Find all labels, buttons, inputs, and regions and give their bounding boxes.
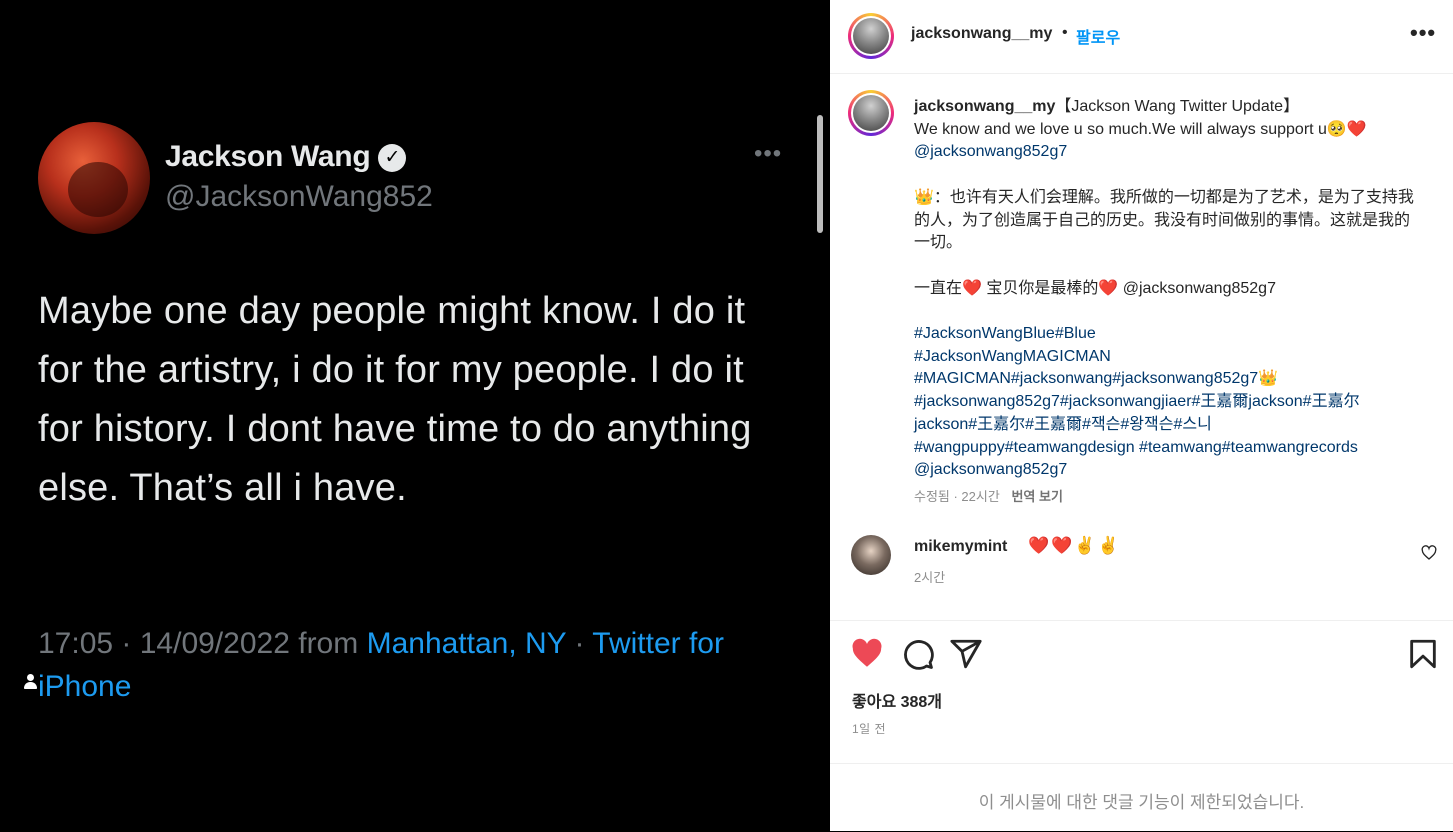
tweet-avatar <box>38 122 150 234</box>
post-header: jacksonwang__my • 팔로우 ••• <box>830 0 1453 74</box>
comment-like-icon[interactable] <box>1421 545 1437 561</box>
hashtag-line[interactable]: #jacksonwang852g7#jacksonwangjiaer#王嘉爾ja… <box>914 391 1424 414</box>
edited-time: 수정됨 · 22시간 <box>914 489 1000 504</box>
tagged-people-icon[interactable] <box>23 674 37 690</box>
caption-mention[interactable]: @jacksonwang852g7 <box>914 459 1424 482</box>
post-panel: jacksonwang__my • 팔로우 ••• jacksonwang__m… <box>830 0 1453 831</box>
tweet-handle: @JacksonWang852 <box>165 180 433 213</box>
caption-line-1: jacksonwang__my【Jackson Wang Twitter Upd… <box>914 98 1300 115</box>
hashtag-line[interactable]: jackson#王嘉尔#王嘉爾#잭슨#왕잭슨#스니 <box>914 414 1424 437</box>
posted-time: 1일 전 <box>852 722 887 736</box>
caption: jacksonwang__my【Jackson Wang Twitter Upd… <box>914 96 1424 482</box>
tweet-text: Maybe one day people might know. I do it… <box>38 290 752 509</box>
verified-badge-icon: ✓ <box>378 144 407 172</box>
comment-username[interactable]: mikemymint <box>914 538 1007 556</box>
caption-chinese-text: 👑：也许有天人们会理解。我所做的一切都是为了艺术，是为了支持我的人，为了创造属于… <box>914 188 1414 252</box>
comment-text: ❤️❤️✌️✌️ <box>1028 536 1121 555</box>
tweet-meta: 17:05 · 14/09/2022 from Manhattan, NY · … <box>38 622 798 708</box>
comment-icon[interactable] <box>901 637 935 671</box>
caption-mention[interactable]: @jacksonwang852g7 <box>914 141 1424 164</box>
post-media[interactable]: Jackson Wang ✓ @JacksonWang852 ••• Maybe … <box>0 0 830 831</box>
hashtag-line[interactable]: #MAGICMAN#jacksonwang#jacksonwang852g7👑 <box>914 368 1424 391</box>
caption-avatar[interactable] <box>848 90 894 136</box>
media-scrollbar[interactable] <box>817 115 823 233</box>
follow-button[interactable]: 팔로우 <box>1076 24 1120 48</box>
tweet-location: Manhattan, NY <box>366 627 567 660</box>
comments-disabled-footer: 이 게시물에 대한 댓글 기능이 제한되었습니다. <box>830 763 1453 832</box>
caption-meta: 수정됨 · 22시간 번역 보기 <box>914 486 1063 505</box>
more-options-icon[interactable]: ••• <box>1410 20 1436 46</box>
header-dot: • <box>1062 24 1068 41</box>
actions-divider <box>830 620 1453 622</box>
header-username[interactable]: jacksonwang__my <box>911 25 1052 43</box>
avatar[interactable] <box>848 13 894 59</box>
tweet-display-name: Jackson Wang ✓ <box>165 140 407 174</box>
hashtag-line[interactable]: #JacksonWangMAGICMAN <box>914 346 1424 369</box>
likes-count[interactable]: 좋아요 388개 <box>852 688 942 712</box>
bookmark-icon[interactable] <box>1406 637 1440 671</box>
comment-time[interactable]: 2시간 <box>914 567 945 586</box>
share-icon[interactable] <box>949 637 983 671</box>
translate-button[interactable]: 번역 보기 <box>1011 489 1062 504</box>
tweet-from-label: from <box>298 627 359 660</box>
hashtag-line[interactable]: #wangpuppy#teamwangdesign #teamwang#team… <box>914 437 1424 460</box>
tweet-separator: · <box>574 627 585 660</box>
hashtag-line[interactable]: #JacksonWangBlue#Blue <box>914 323 1424 346</box>
tweet-more-icon: ••• <box>754 140 783 167</box>
comment-avatar[interactable] <box>851 535 891 575</box>
heart-icon[interactable] <box>850 637 884 671</box>
comments-disabled-text: 이 게시물에 대한 댓글 기능이 제한되었습니다. <box>978 793 1305 812</box>
caption-username[interactable]: jacksonwang__my <box>914 98 1055 115</box>
caption-line-2: We know and we love u so much.We will al… <box>914 120 1367 138</box>
caption-line-7: 一直在❤️ 宝贝你是最棒的❤️ @jacksonwang852g7 <box>914 279 1276 297</box>
tweet-timestamp: 17:05 · 14/09/2022 <box>38 627 290 660</box>
